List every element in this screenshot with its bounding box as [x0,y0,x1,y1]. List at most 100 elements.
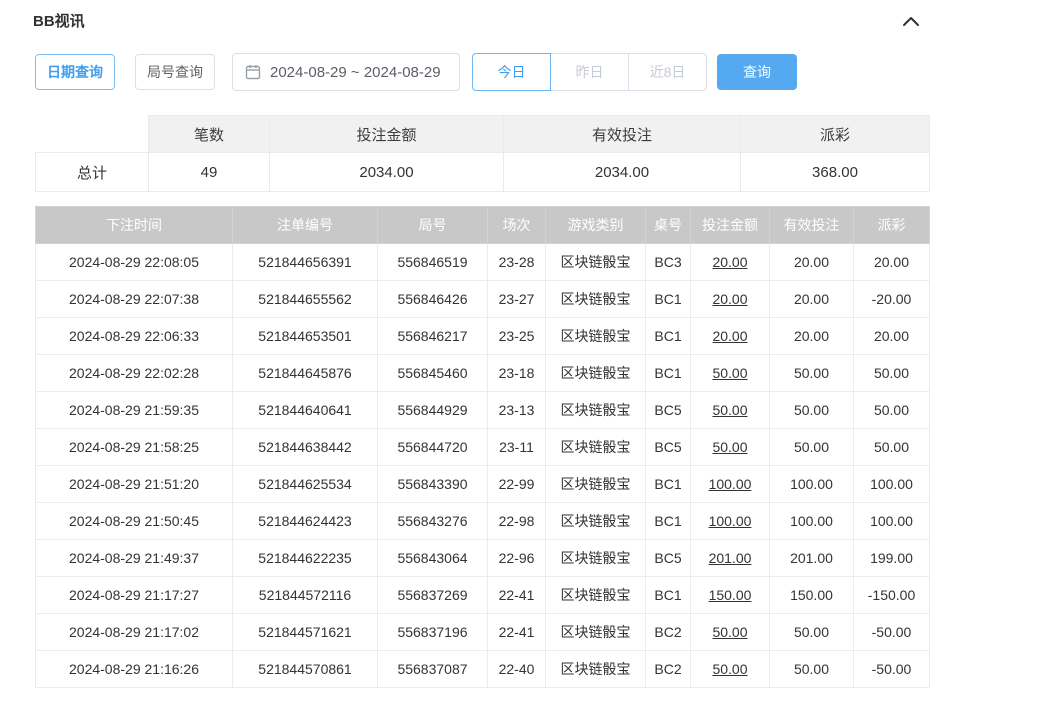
session-cell: 23-18 [488,355,546,392]
game-type-cell: 区块链骰宝 [546,392,646,429]
summary-col-payout: 派彩 [741,116,930,153]
valid-bet-cell: 100.00 [770,503,854,540]
round-no-cell: 556843064 [378,540,488,577]
table-no-cell: BC2 [646,651,691,688]
game-type-cell: 区块链骰宝 [546,429,646,466]
page-title: BB视讯 [33,10,85,31]
yesterday-button[interactable]: 昨日 [550,53,629,91]
bet-amount-link[interactable]: 20.00 [691,318,770,355]
bet-amount-link[interactable]: 50.00 [691,392,770,429]
record-row: 2024-08-29 22:02:28521844645876556845460… [36,355,930,392]
payout-cell: -50.00 [854,651,930,688]
bet-id-cell: 521844653501 [233,318,378,355]
table-no-cell: BC5 [646,540,691,577]
round-query-tab[interactable]: 局号查询 [135,54,215,90]
bet-time-cell: 2024-08-29 22:02:28 [36,355,233,392]
session-cell: 23-25 [488,318,546,355]
game-type-cell: 区块链骰宝 [546,466,646,503]
game-type-cell: 区块链骰宝 [546,540,646,577]
payout-cell: -20.00 [854,281,930,318]
record-row: 2024-08-29 22:07:38521844655562556846426… [36,281,930,318]
summary-col-bet-amount: 投注金额 [270,116,504,153]
round-no-cell: 556845460 [378,355,488,392]
chevron-up-icon[interactable] [902,15,920,27]
calendar-icon [245,64,261,80]
bet-amount-link[interactable]: 50.00 [691,651,770,688]
summary-total-count: 49 [149,153,270,192]
session-cell: 23-11 [488,429,546,466]
record-row: 2024-08-29 22:06:33521844653501556846217… [36,318,930,355]
bet-id-cell: 521844645876 [233,355,378,392]
bet-id-cell: 521844570861 [233,651,378,688]
bet-amount-link[interactable]: 50.00 [691,355,770,392]
round-no-cell: 556846426 [378,281,488,318]
bet-id-cell: 521844655562 [233,281,378,318]
game-type-cell: 区块链骰宝 [546,281,646,318]
summary-total-valid-bet: 2034.00 [504,153,741,192]
summary-col-valid-bet: 有效投注 [504,116,741,153]
bet-amount-link[interactable]: 100.00 [691,503,770,540]
round-no-cell: 556843390 [378,466,488,503]
col-round-no: 局号 [378,207,488,244]
date-range-picker[interactable]: 2024-08-29 ~ 2024-08-29 [232,53,460,91]
valid-bet-cell: 50.00 [770,651,854,688]
summary-header-row: 笔数 投注金额 有效投注 派彩 [36,116,930,153]
bet-time-cell: 2024-08-29 21:17:02 [36,614,233,651]
date-range-value: 2024-08-29 ~ 2024-08-29 [270,64,441,81]
table-no-cell: BC1 [646,355,691,392]
session-cell: 22-40 [488,651,546,688]
table-no-cell: BC1 [646,577,691,614]
payout-cell: 50.00 [854,392,930,429]
bet-amount-link[interactable]: 150.00 [691,577,770,614]
today-button[interactable]: 今日 [472,53,551,91]
payout-cell: 100.00 [854,466,930,503]
last-8-days-button[interactable]: 近8日 [628,53,707,91]
bet-id-cell: 521844622235 [233,540,378,577]
payout-cell: 20.00 [854,318,930,355]
summary-col-blank [36,116,149,153]
table-no-cell: BC1 [646,503,691,540]
table-no-cell: BC5 [646,392,691,429]
valid-bet-cell: 150.00 [770,577,854,614]
valid-bet-cell: 100.00 [770,466,854,503]
bet-amount-link[interactable]: 201.00 [691,540,770,577]
bet-amount-link[interactable]: 100.00 [691,466,770,503]
date-query-tab[interactable]: 日期查询 [35,54,115,90]
session-cell: 22-98 [488,503,546,540]
col-valid-bet: 有效投注 [770,207,854,244]
summary-total-label: 总计 [36,153,149,192]
bet-time-cell: 2024-08-29 21:58:25 [36,429,233,466]
table-no-cell: BC1 [646,466,691,503]
record-row: 2024-08-29 21:51:20521844625534556843390… [36,466,930,503]
bet-time-cell: 2024-08-29 22:07:38 [36,281,233,318]
col-bet-amount: 投注金额 [691,207,770,244]
summary-table: 笔数 投注金额 有效投注 派彩 总计 49 2034.00 2034.00 36… [35,115,930,192]
valid-bet-cell: 50.00 [770,392,854,429]
col-bet-time: 下注时间 [36,207,233,244]
payout-cell: -150.00 [854,577,930,614]
payout-cell: 50.00 [854,429,930,466]
col-session: 场次 [488,207,546,244]
bet-amount-link[interactable]: 50.00 [691,429,770,466]
game-type-cell: 区块链骰宝 [546,651,646,688]
session-cell: 23-27 [488,281,546,318]
bet-time-cell: 2024-08-29 21:59:35 [36,392,233,429]
payout-cell: 100.00 [854,503,930,540]
bet-time-cell: 2024-08-29 21:50:45 [36,503,233,540]
records-header-row: 下注时间 注单编号 局号 场次 游戏类别 桌号 投注金额 有效投注 派彩 [36,207,930,244]
table-no-cell: BC1 [646,281,691,318]
col-payout: 派彩 [854,207,930,244]
bet-id-cell: 521844640641 [233,392,378,429]
round-no-cell: 556837269 [378,577,488,614]
session-cell: 23-28 [488,244,546,281]
bet-time-cell: 2024-08-29 22:08:05 [36,244,233,281]
bet-amount-link[interactable]: 50.00 [691,614,770,651]
bet-id-cell: 521844625534 [233,466,378,503]
bet-amount-link[interactable]: 20.00 [691,281,770,318]
session-cell: 22-99 [488,466,546,503]
game-type-cell: 区块链骰宝 [546,318,646,355]
table-no-cell: BC5 [646,429,691,466]
game-type-cell: 区块链骰宝 [546,355,646,392]
search-button[interactable]: 查询 [717,54,797,90]
bet-amount-link[interactable]: 20.00 [691,244,770,281]
